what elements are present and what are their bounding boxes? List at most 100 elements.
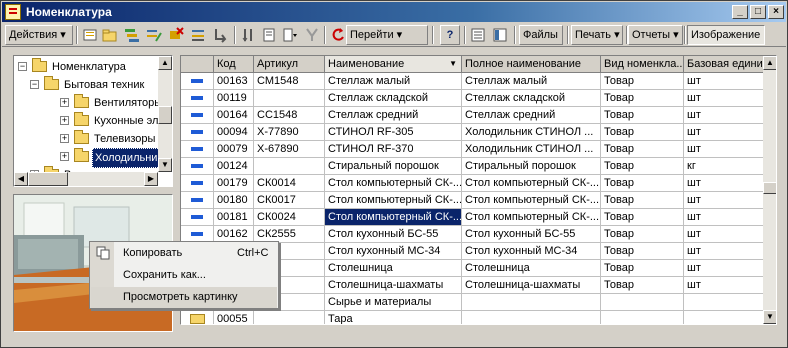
close-button[interactable]: × (768, 5, 784, 19)
scroll-thumb[interactable] (763, 182, 776, 194)
column-header[interactable]: Базовая едини (684, 56, 764, 73)
table-cell[interactable]: Стол компьютерный СК-... (325, 192, 462, 209)
clear-filter-icon[interactable] (304, 27, 320, 43)
table-cell[interactable]: шт (684, 243, 764, 260)
table-cell[interactable]: Стол компьютерный СК-... (462, 192, 601, 209)
table-cell[interactable]: Товар (601, 277, 684, 294)
table-cell[interactable]: Стиральный порошок (325, 158, 462, 175)
table-cell[interactable]: СС1548 (254, 107, 325, 124)
copy-icon[interactable] (124, 27, 140, 43)
table-cell[interactable]: Товар (601, 209, 684, 226)
table-cell[interactable]: Стеллаж малый (325, 73, 462, 90)
scroll-up-icon[interactable]: ▲ (763, 56, 776, 70)
tree-vertical-scrollbar[interactable]: ▲ ▼ (158, 56, 172, 172)
actions-menu[interactable]: Действия ▾ (5, 25, 73, 45)
column-header[interactable]: Полное наименование (462, 56, 601, 73)
expand-toggle[interactable]: + (60, 134, 69, 143)
title-bar[interactable]: Номенклатура _ □ × (2, 2, 786, 22)
table-cell[interactable]: 00163 (214, 73, 254, 90)
table-cell[interactable]: Товар (601, 90, 684, 107)
table-cell[interactable]: Стол кухонный БС-55 (325, 226, 462, 243)
add-group-icon[interactable] (102, 27, 118, 43)
table-cell[interactable]: Х-67890 (254, 141, 325, 158)
scroll-up-icon[interactable]: ▲ (158, 56, 172, 70)
table-cell[interactable]: Стол компьютерный СК-... (462, 175, 601, 192)
scroll-thumb[interactable] (28, 172, 68, 186)
table-cell[interactable]: 00079 (214, 141, 254, 158)
table-cell[interactable]: СК0024 (254, 209, 325, 226)
expand-toggle[interactable]: + (60, 116, 69, 125)
scroll-down-icon[interactable]: ▼ (158, 158, 172, 172)
image-toggle-button[interactable]: Изображение (687, 25, 765, 45)
table-cell[interactable]: 00094 (214, 124, 254, 141)
table-cell[interactable]: Товар (601, 226, 684, 243)
table-cell[interactable] (462, 294, 601, 311)
column-header[interactable]: Вид номенкла... (601, 56, 684, 73)
filter-dropdown-icon[interactable] (282, 27, 298, 43)
list-view-icon[interactable] (470, 27, 486, 43)
table-cell[interactable]: кг (684, 158, 764, 175)
table-cell[interactable]: шт (684, 175, 764, 192)
table-cell[interactable]: 00164 (214, 107, 254, 124)
table-cell[interactable]: Сырье и материалы (325, 294, 462, 311)
table-cell[interactable]: Стеллаж малый (462, 73, 601, 90)
table-cell[interactable] (254, 90, 325, 107)
table-cell[interactable]: 00124 (214, 158, 254, 175)
column-header[interactable]: Код (214, 56, 254, 73)
collapse-toggle[interactable]: − (30, 80, 39, 89)
table-cell[interactable]: Стол кухонный МС-34 (325, 243, 462, 260)
expand-toggle[interactable]: + (60, 98, 69, 107)
table-cell[interactable]: Товар (601, 107, 684, 124)
expand-toggle[interactable]: + (60, 152, 69, 161)
table-cell[interactable]: шт (684, 141, 764, 158)
table-cell[interactable]: Столешница (325, 260, 462, 277)
maximize-button[interactable]: □ (750, 5, 766, 19)
table-cell[interactable]: Товар (601, 124, 684, 141)
table-cell[interactable]: Товар (601, 192, 684, 209)
scroll-thumb[interactable] (158, 106, 172, 124)
table-cell[interactable]: Стеллаж складской (462, 90, 601, 107)
table-cell[interactable]: шт (684, 192, 764, 209)
table-cell[interactable]: Стол компьютерный СК-... (325, 209, 462, 226)
table-cell[interactable]: Товар (601, 73, 684, 90)
table-cell[interactable]: Товар (601, 243, 684, 260)
table-cell[interactable]: 00181 (214, 209, 254, 226)
table-cell[interactable]: Стол кухонный БС-55 (462, 226, 601, 243)
group-tree[interactable]: − Номенклатура − Бытовая техник + Вентил… (13, 55, 173, 187)
table-cell[interactable]: Стеллаж складской (325, 90, 462, 107)
goto-menu[interactable]: Перейти ▾ (346, 25, 428, 45)
table-cell[interactable]: СМ1548 (254, 73, 325, 90)
scroll-left-icon[interactable]: ◀ (14, 172, 28, 186)
column-header-sorted[interactable]: Наименование ▼ (325, 56, 462, 73)
table-cell[interactable]: Х-77890 (254, 124, 325, 141)
table-vertical-scrollbar[interactable]: ▲ ▼ (763, 56, 776, 324)
table-cell[interactable]: СТИНОЛ RF-370 (325, 141, 462, 158)
hierarchy-icon[interactable] (212, 27, 228, 43)
table-cell[interactable]: 00179 (214, 175, 254, 192)
table-cell[interactable]: шт (684, 226, 764, 243)
add-icon[interactable] (82, 27, 98, 43)
table-cell[interactable]: Товар (601, 260, 684, 277)
table-cell[interactable]: шт (684, 90, 764, 107)
table-cell[interactable]: Стол компьютерный СК-... (462, 209, 601, 226)
files-button[interactable]: Файлы (519, 25, 563, 45)
move-icon[interactable] (190, 27, 206, 43)
menu-item-copy[interactable]: Копировать Ctrl+C (91, 243, 277, 264)
table-cell[interactable] (254, 158, 325, 175)
scroll-down-icon[interactable]: ▼ (763, 310, 776, 324)
table-cell[interactable] (684, 311, 764, 324)
tree-horizontal-scrollbar[interactable]: ◀ ▶ (14, 172, 158, 186)
table-cell[interactable]: Товар (601, 158, 684, 175)
table-cell[interactable]: Стеллаж средний (325, 107, 462, 124)
tree-view-icon[interactable] (492, 27, 508, 43)
table-cell[interactable]: Холодильник СТИНОЛ ... (462, 124, 601, 141)
table-cell[interactable]: СК0017 (254, 192, 325, 209)
table-cell[interactable] (601, 311, 684, 324)
table-cell[interactable]: шт (684, 260, 764, 277)
filter-list-icon[interactable] (262, 27, 278, 43)
table-cell[interactable] (601, 294, 684, 311)
print-menu[interactable]: Печать ▾ (571, 25, 623, 45)
refresh-icon[interactable] (330, 27, 346, 43)
delete-icon[interactable] (168, 27, 184, 43)
table-cell[interactable]: шт (684, 124, 764, 141)
